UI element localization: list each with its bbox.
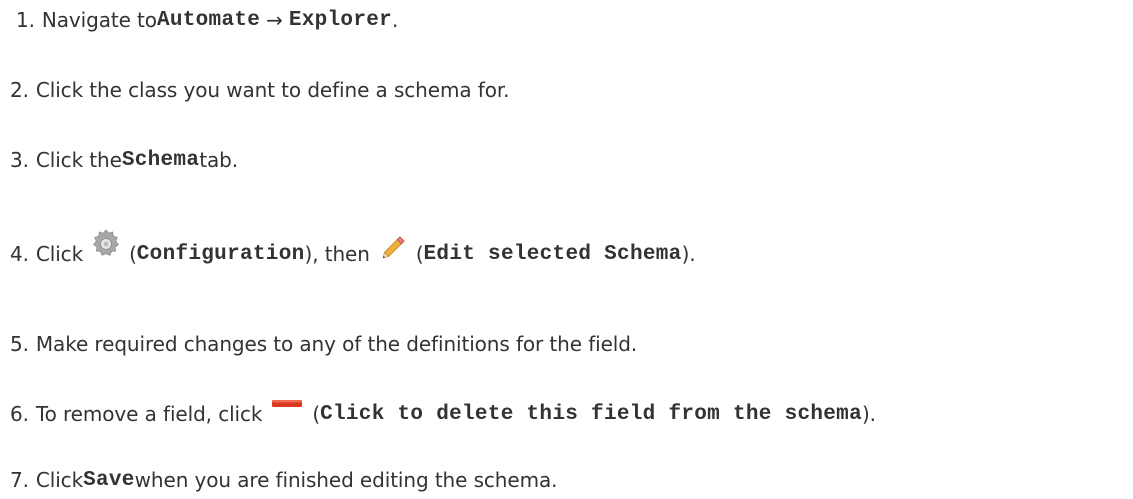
step-number: 6. bbox=[10, 402, 29, 426]
tab-schema: Schema bbox=[121, 148, 200, 172]
step-5: 5. Make required changes to any of the d… bbox=[10, 326, 637, 362]
menu-explorer: Explorer bbox=[288, 8, 393, 32]
step-text: ( bbox=[415, 242, 424, 266]
step-text: ). bbox=[681, 242, 696, 266]
step-number: 1. bbox=[16, 8, 35, 32]
gear-icon bbox=[89, 227, 123, 261]
gear-icon-svg bbox=[93, 229, 120, 256]
step-7: 7. Click Save when you are finished edit… bbox=[10, 462, 557, 498]
configuration-label: Configuration bbox=[136, 242, 305, 266]
step-text: ). bbox=[861, 402, 876, 426]
minus-icon bbox=[270, 392, 304, 416]
step-4: 4. Click ( Configuration ), then (Edit … bbox=[10, 229, 696, 272]
step-text: ( bbox=[129, 242, 137, 266]
step-text: Navigate to bbox=[41, 8, 157, 32]
step-text: ), then bbox=[304, 242, 370, 266]
step-number: 4. bbox=[10, 242, 29, 266]
step-number: 3. bbox=[10, 148, 29, 172]
save-label: Save bbox=[83, 468, 135, 492]
minus-icon-svg bbox=[272, 400, 303, 407]
step-text: Make required changes to any of the defi… bbox=[35, 332, 638, 356]
step-text: To remove a field, click bbox=[35, 402, 263, 426]
step-number: 2. bbox=[10, 78, 29, 102]
step-1: 1. Navigate to Automate → Explorer . bbox=[16, 2, 398, 38]
step-text: . bbox=[392, 8, 399, 32]
step-text: Click the class you want to define a sch… bbox=[35, 78, 510, 102]
step-number: 7. bbox=[10, 468, 29, 492]
step-6: 6. To remove a field, click ( Click to d… bbox=[10, 396, 876, 432]
step-number: 5. bbox=[10, 332, 29, 356]
pencil-icon bbox=[380, 231, 410, 261]
step-text: Click bbox=[35, 242, 84, 266]
step-text: Click bbox=[35, 468, 84, 492]
delete-field-label: Click to delete this field from the sche… bbox=[320, 402, 862, 426]
step-text: when you are finished editing the schema… bbox=[134, 468, 558, 492]
edit-selected-schema-label: Edit selected Schema bbox=[423, 242, 682, 266]
arrow-icon: → bbox=[266, 8, 283, 32]
menu-automate: Automate bbox=[156, 8, 261, 32]
step-text: ( bbox=[312, 402, 321, 426]
step-text: Click the bbox=[35, 148, 122, 172]
pencil-icon-svg bbox=[382, 236, 405, 259]
step-text: tab. bbox=[199, 148, 239, 172]
step-2: 2. Click the class you want to define a … bbox=[10, 72, 509, 108]
step-3: 3. Click the Schema tab. bbox=[10, 142, 238, 178]
procedure-steps: 1. Navigate to Automate → Explorer . 2. … bbox=[0, 0, 1133, 499]
